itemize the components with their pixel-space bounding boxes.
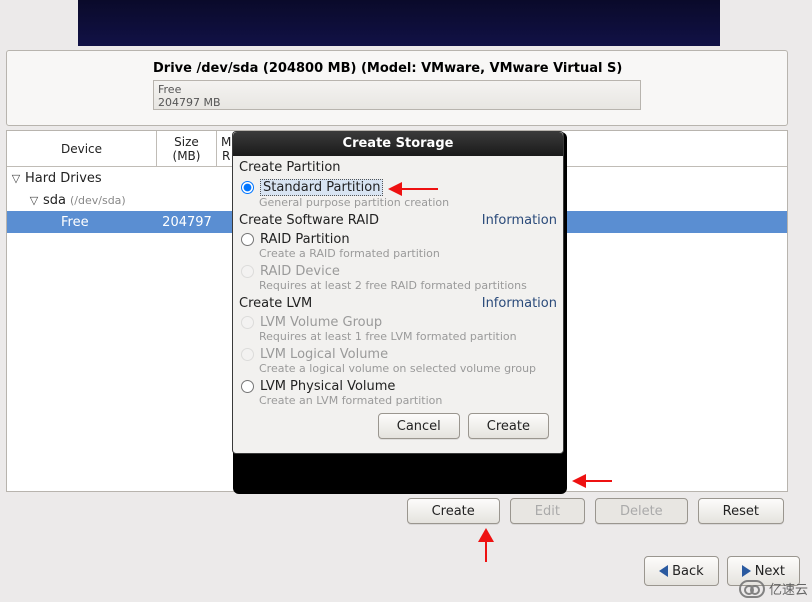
drive-usage-bar: Free 204797 MB (153, 80, 641, 110)
section-create-lvm: Create LVM (239, 296, 312, 311)
hard-drives-label: Hard Drives (25, 171, 102, 186)
raid-information-link[interactable]: Information (482, 213, 557, 228)
back-button[interactable]: Back (644, 556, 719, 586)
lvm-vg-label: LVM Volume Group (260, 315, 382, 330)
drive-summary-panel: Drive /dev/sda (204800 MB) (Model: VMwar… (6, 50, 788, 126)
raid-partition-desc: Create a RAID formated partition (259, 247, 557, 260)
radio-standard-partition[interactable] (241, 181, 254, 194)
radio-raid-device (241, 265, 254, 278)
lvm-information-link[interactable]: Information (482, 296, 557, 311)
delete-button: Delete (595, 498, 688, 524)
radio-lvm-lv (241, 348, 254, 361)
next-label: Next (755, 564, 785, 579)
standard-partition-label: Standard Partition (260, 179, 383, 196)
create-storage-dialog: Create Storage Create Partition Standard… (232, 131, 564, 454)
radio-lvm-vg (241, 316, 254, 329)
standard-partition-desc: General purpose partition creation (259, 196, 557, 209)
create-button[interactable]: Create (407, 498, 500, 524)
option-lvm-pv[interactable]: LVM Physical Volume (239, 379, 557, 394)
col-device[interactable]: Device (7, 131, 157, 166)
main-button-row: Create Edit Delete Reset (6, 498, 788, 530)
option-lvm-lv: LVM Logical Volume (239, 347, 557, 362)
col-size[interactable]: Size (MB) (157, 131, 217, 166)
arrow-right-icon (742, 565, 751, 577)
option-raid-device: RAID Device (239, 264, 557, 279)
watermark: 亿速云 (739, 579, 808, 598)
drive-title: Drive /dev/sda (204800 MB) (Model: VMwar… (153, 61, 777, 76)
raid-device-desc: Requires at least 2 free RAID formated p… (259, 279, 557, 292)
sda-label: sda (43, 193, 66, 208)
free-label: Free (61, 215, 89, 230)
sda-devpath: (/dev/sda) (70, 194, 126, 207)
raid-partition-label: RAID Partition (260, 232, 350, 247)
drive-bar-size: 204797 MB (158, 96, 636, 109)
expand-icon[interactable]: ▽ (25, 194, 43, 207)
radio-lvm-pv[interactable] (241, 380, 254, 393)
drive-bar-label: Free (158, 83, 636, 96)
lvm-lv-label: LVM Logical Volume (260, 347, 388, 362)
annotation-arrow-icon (478, 528, 494, 562)
section-create-partition: Create Partition (239, 160, 557, 175)
back-label: Back (672, 564, 704, 579)
dialog-cancel-button[interactable]: Cancel (378, 413, 460, 439)
lvm-pv-label: LVM Physical Volume (260, 379, 395, 394)
free-size: 204797 (157, 215, 217, 230)
reset-button[interactable]: Reset (698, 498, 784, 524)
expand-icon[interactable]: ▽ (7, 172, 25, 185)
option-raid-partition[interactable]: RAID Partition (239, 232, 557, 247)
watermark-icon (739, 580, 765, 598)
dialog-create-button[interactable]: Create (468, 413, 549, 439)
option-standard-partition[interactable]: Standard Partition (239, 179, 557, 196)
edit-button: Edit (510, 498, 585, 524)
top-banner (78, 0, 720, 46)
raid-device-label: RAID Device (260, 264, 340, 279)
arrow-left-icon (659, 565, 668, 577)
option-lvm-vg: LVM Volume Group (239, 315, 557, 330)
section-create-raid: Create Software RAID (239, 213, 379, 228)
lvm-pv-desc: Create an LVM formated partition (259, 394, 557, 407)
lvm-vg-desc: Requires at least 1 free LVM formated pa… (259, 330, 557, 343)
lvm-lv-desc: Create a logical volume on selected volu… (259, 362, 557, 375)
watermark-text: 亿速云 (769, 579, 808, 598)
dialog-title: Create Storage (233, 132, 563, 156)
radio-raid-partition[interactable] (241, 233, 254, 246)
